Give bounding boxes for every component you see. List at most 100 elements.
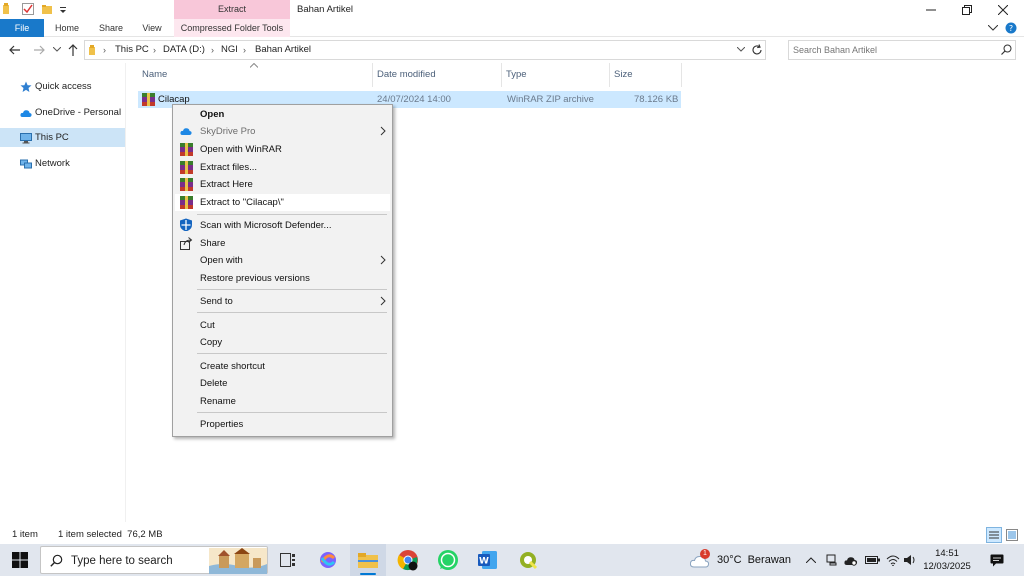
breadcrumb-separator[interactable]: › [153,41,156,59]
menu-separator [197,214,387,215]
context-menu: Open SkyDrive Pro Open with WinRAR Extra… [172,104,393,437]
copilot-button[interactable] [310,544,346,576]
details-view-button[interactable] [986,527,1002,543]
help-icon: ? [1005,22,1017,34]
system-clock[interactable]: 14:51 12/03/2025 [916,547,978,573]
taskbar-search-input[interactable] [71,554,201,568]
column-header-size[interactable]: Size [610,63,682,87]
whatsapp-taskbar-button[interactable] [430,544,466,576]
menu-item-extract-to-folder[interactable]: Extract to "Cilacap\" [175,194,390,211]
skydrive-icon [180,128,192,135]
volume-tray-icon[interactable] [904,544,916,576]
cloud-icon [20,109,32,117]
tab-file[interactable]: File [0,19,44,37]
notification-center-button[interactable] [990,544,1004,576]
menu-item-delete[interactable]: Delete [175,375,390,392]
column-header-type[interactable]: Type [502,63,610,87]
menu-item-copy[interactable]: Copy [175,334,390,351]
start-button[interactable] [2,544,38,576]
weather-alert-badge: 1 [700,549,710,559]
status-item-count: 1 item [12,529,38,540]
menu-item-extract-here[interactable]: Extract Here [175,176,390,193]
large-icons-view-button[interactable] [1006,529,1018,541]
svg-text:?: ? [1009,24,1013,33]
status-bar: 1 item 1 item selected 76,2 MB [0,526,1024,544]
weather-widget[interactable]: 1 30°C Berawan [690,544,791,576]
breadcrumb-this-pc[interactable]: This PC [115,41,149,59]
address-bar[interactable]: › This PC › DATA (D:) › NGI › Bahan Arti… [84,40,766,60]
nav-item-this-pc[interactable]: This PC [0,128,125,147]
chevron-up-icon [806,557,816,563]
tab-compressed-folder-tools[interactable]: Compressed Folder Tools [174,19,290,37]
weather-description: Berawan [747,554,791,566]
menu-item-scan-defender[interactable]: Scan with Microsoft Defender... [175,217,390,234]
breadcrumb-data-drive[interactable]: DATA (D:) [163,41,205,59]
expand-ribbon-button[interactable] [986,21,1000,35]
refresh-button[interactable] [751,44,763,56]
search-input[interactable] [793,43,993,57]
tab-share[interactable]: Share [94,19,128,37]
column-header-name[interactable]: Name [138,63,373,87]
menu-item-cut[interactable]: Cut [175,317,390,334]
menu-item-extract-files[interactable]: Extract files... [175,159,390,176]
nav-item-network[interactable]: Network [0,154,125,173]
recent-locations-button[interactable] [50,43,64,57]
breadcrumb-separator[interactable]: › [211,41,214,59]
menu-item-share[interactable]: Share [175,235,390,252]
whatsapp-icon [438,550,458,570]
ribbon-tabs: File Home Share View Compressed Folder T… [0,19,1024,37]
nav-item-onedrive[interactable]: OneDrive - Personal [0,103,125,122]
star-icon [20,81,32,92]
winrar-icon [180,161,193,174]
cloud-sync-icon [844,557,858,566]
taskbar-search-box[interactable] [40,546,268,574]
menu-item-send-to[interactable]: Send to [175,293,390,310]
battery-icon [865,556,880,564]
back-button[interactable] [8,43,22,57]
breadcrumb-ngi[interactable]: NGI [221,41,238,59]
qgis-taskbar-button[interactable] [510,544,546,576]
search-box[interactable] [788,40,1016,60]
minimize-button[interactable] [912,0,950,19]
clock-date: 12/03/2025 [923,561,971,572]
security-tray-icon[interactable] [844,544,858,576]
nav-item-quick-access[interactable]: Quick access [0,77,125,96]
chevron-right-icon [380,255,386,265]
customize-quick-access-icon[interactable] [58,3,70,15]
menu-item-properties[interactable]: Properties [175,416,390,433]
menu-item-open-with-winrar[interactable]: Open with WinRAR [175,141,390,158]
menu-item-create-shortcut[interactable]: Create shortcut [175,358,390,375]
properties-quick-icon[interactable] [22,3,34,15]
qgis-icon [520,552,538,570]
word-taskbar-button[interactable]: W [470,544,506,576]
address-history-button[interactable] [737,47,745,53]
menu-item-rename[interactable]: Rename [175,393,390,410]
menu-item-skydrive-pro[interactable]: SkyDrive Pro [175,123,390,140]
task-view-button[interactable] [270,544,306,576]
up-button[interactable] [66,43,80,57]
wifi-tray-icon[interactable] [886,544,900,576]
battery-tray-icon[interactable] [865,544,881,576]
menu-item-open[interactable]: Open [175,106,390,123]
breadcrumb-separator[interactable]: › [243,41,246,59]
window-title: Bahan Artikel [297,4,353,15]
restore-button[interactable] [948,0,986,19]
file-size: 78.126 KB [634,94,679,105]
windows-logo-icon [12,552,28,568]
column-header-date-modified[interactable]: Date modified [373,63,502,87]
new-folder-quick-icon[interactable] [42,3,54,15]
menu-item-open-with[interactable]: Open with [175,252,390,269]
display-tray-icon[interactable] [826,544,838,576]
taskbar: W 1 30°C Berawan 14:51 12/03/2025 [0,544,1024,576]
show-hidden-icons-button[interactable] [806,544,816,576]
close-button[interactable] [984,0,1022,19]
chrome-taskbar-button[interactable] [390,544,426,576]
forward-button[interactable] [32,43,46,57]
help-button[interactable]: ? [1004,21,1018,35]
tab-view[interactable]: View [138,19,166,37]
tab-home[interactable]: Home [50,19,84,37]
chevron-right-icon [380,296,386,306]
breadcrumb-bahan-artikel[interactable]: Bahan Artikel [255,41,311,59]
file-explorer-taskbar-button[interactable] [350,544,386,576]
menu-item-restore-previous-versions[interactable]: Restore previous versions [175,270,390,287]
